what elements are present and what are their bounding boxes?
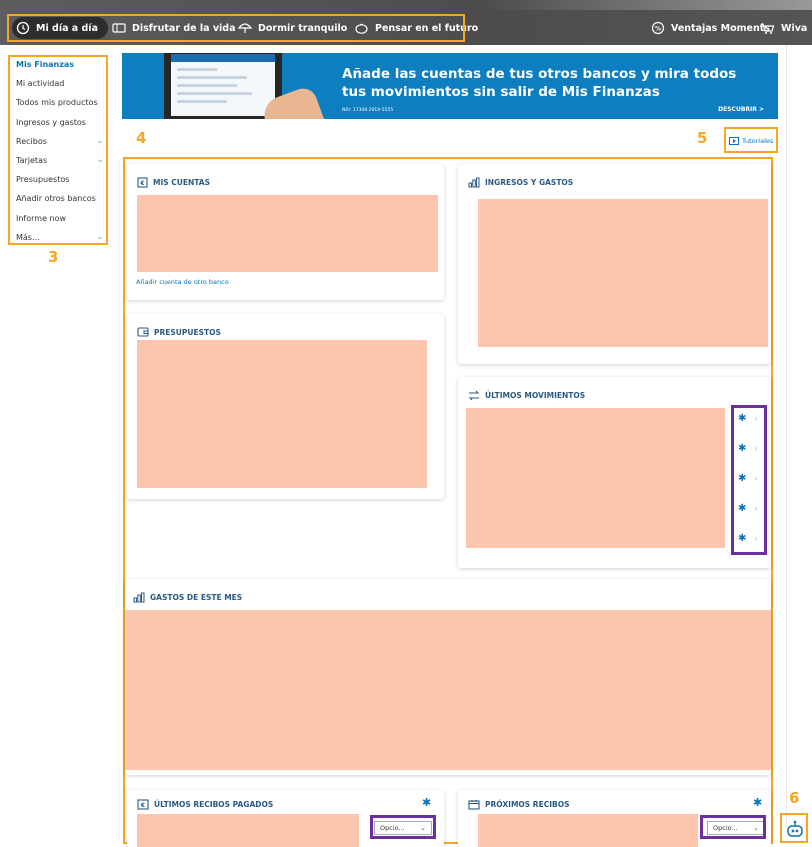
- sidebar-item-mas[interactable]: Más... ⌄: [10, 228, 110, 247]
- annotation-number-4: 4: [136, 129, 147, 147]
- account-icon: €: [137, 176, 148, 188]
- options-select[interactable]: Opcio... ⌄: [707, 821, 765, 835]
- sidebar-item-tarjetas[interactable]: Tarjetas ⌄: [10, 151, 110, 170]
- nav-item-mi-dia-a-dia[interactable]: Mi día a día: [12, 17, 108, 39]
- svg-text:€: €: [139, 180, 144, 187]
- svg-text:%: %: [655, 26, 661, 33]
- add-other-bank-account-link[interactable]: Añadir cuenta de otro banco: [136, 278, 229, 286]
- banner-title: Añade las cuentas de tus otros bancos y …: [342, 66, 737, 100]
- chevron-down-icon: ⌄: [753, 824, 759, 832]
- transfer-arrows-icon: [468, 390, 480, 400]
- options-select[interactable]: Opcio... ⌄: [374, 821, 432, 835]
- widget-title: MIS CUENTAS: [153, 177, 211, 187]
- chevron-right-icon: ›: [754, 503, 758, 513]
- widget-ultimos-recibos: € ÚLTIMOS RECIBOS PAGADOS ✱ Opcio... ⌄: [127, 790, 444, 847]
- nav-item-wiva[interactable]: Wiva: [760, 17, 807, 39]
- movement-row[interactable]: ✱ ›: [738, 411, 768, 425]
- chevron-down-icon: ⌄: [96, 231, 104, 242]
- chevron-down-icon: ⌄: [96, 154, 104, 165]
- tutorials-link[interactable]: Tutoriales: [729, 133, 773, 148]
- percent-badge-icon: %: [651, 21, 665, 35]
- movement-row[interactable]: ✱ ›: [738, 531, 768, 545]
- sidebar-item-presupuestos[interactable]: Presupuestos: [10, 170, 110, 189]
- bar-chart-icon: [133, 592, 145, 602]
- movement-row[interactable]: ✱ ›: [738, 471, 768, 485]
- widget-ultimos-movimientos: ÚLTIMOS MOVIMIENTOS: [458, 377, 771, 568]
- widget-title: ÚLTIMOS RECIBOS PAGADOS: [154, 799, 274, 809]
- page-edge: [786, 45, 812, 825]
- widget-ingresos-gastos: INGRESOS Y GASTOS: [458, 164, 771, 364]
- svg-text:€: €: [140, 802, 145, 809]
- annotation-number-3: 3: [48, 248, 59, 266]
- top-navigation: Mi día a día Disfrutar de la vida Dormir…: [0, 0, 812, 45]
- content-placeholder: [478, 814, 698, 847]
- sidebar-item-mi-actividad[interactable]: Mi actividad: [10, 74, 110, 93]
- movement-row[interactable]: ✱ ›: [738, 441, 768, 455]
- sidebar-item-informe-now[interactable]: Informe now: [10, 209, 110, 228]
- content-placeholder: [466, 408, 725, 548]
- sidebar-item-todos-productos[interactable]: Todos mis productos: [10, 93, 110, 112]
- chevron-right-icon: ›: [754, 533, 758, 543]
- wallet-icon: [137, 327, 149, 337]
- sidebar: Mis Finanzas Mi actividad Todos mis prod…: [10, 55, 110, 247]
- widget-title: ÚLTIMOS MOVIMIENTOS: [485, 390, 586, 400]
- caixabank-star-icon: ✱: [753, 796, 763, 809]
- ticket-icon: [112, 23, 126, 33]
- chevron-right-icon: ›: [754, 413, 758, 423]
- caixabank-star-icon: ✱: [738, 412, 747, 424]
- cart-icon: [761, 22, 775, 34]
- chevron-down-icon: ⌄: [96, 135, 104, 146]
- banner-discover-link[interactable]: DESCUBRIR >: [718, 106, 764, 113]
- widget-title: PRÓXIMOS RECIBOS: [485, 799, 570, 809]
- widget-mis-cuentas: € MIS CUENTAS Añadir cuenta de otro banc…: [127, 164, 444, 300]
- sidebar-item-mis-finanzas[interactable]: Mis Finanzas: [10, 55, 110, 74]
- annotation-number-6: 6: [789, 789, 800, 807]
- umbrella-icon: [238, 22, 252, 33]
- widget-proximos-recibos: PRÓXIMOS RECIBOS ✱ Opcio... ⌄: [458, 790, 771, 847]
- chevron-right-icon: ›: [754, 473, 758, 483]
- nav-item-ventajas-moments[interactable]: % Ventajas Moments: [651, 17, 770, 39]
- nav-item-dormir[interactable]: Dormir tranquilo: [238, 17, 347, 39]
- widget-title: INGRESOS Y GASTOS: [485, 177, 574, 187]
- content-placeholder: [137, 814, 359, 847]
- sidebar-item-ingresos-gastos[interactable]: Ingresos y gastos: [10, 113, 110, 132]
- caixabank-star-icon: ✱: [738, 472, 747, 484]
- widget-gastos-mes: GASTOS DE ESTE MES: [125, 579, 771, 775]
- widget-presupuestos: PRESUPUESTOS: [127, 314, 444, 499]
- caixabank-star-icon: ✱: [422, 796, 432, 809]
- content-placeholder: [137, 340, 427, 488]
- sidebar-item-anadir-bancos[interactable]: Añadir otros bancos: [10, 189, 110, 208]
- piggy-bank-icon: [355, 23, 368, 34]
- banner-nri: NRI: 17308-2019-5555: [342, 108, 394, 113]
- nav-item-pensar-futuro[interactable]: Pensar en el futuro: [354, 17, 478, 39]
- caixabank-star-icon: ✱: [738, 532, 747, 544]
- bar-chart-icon: [468, 177, 480, 187]
- chevron-right-icon: ›: [754, 443, 758, 453]
- sidebar-item-recibos[interactable]: Recibos ⌄: [10, 132, 110, 151]
- calendar-receipt-icon: [468, 799, 480, 810]
- content-placeholder: [478, 199, 768, 347]
- caixabank-star-icon: ✱: [738, 442, 747, 454]
- receipt-euro-icon: €: [137, 798, 149, 810]
- clock-icon: [16, 21, 30, 35]
- play-icon: [729, 136, 739, 145]
- widget-title: GASTOS DE ESTE MES: [150, 592, 243, 602]
- content-placeholder: [125, 610, 771, 770]
- chevron-down-icon: ⌄: [420, 824, 426, 832]
- promo-banner[interactable]: Añade las cuentas de tus otros bancos y …: [122, 53, 778, 119]
- content-placeholder: [137, 195, 438, 272]
- caixabank-star-icon: ✱: [738, 502, 747, 514]
- annotation-number-5: 5: [697, 129, 708, 147]
- widget-title: PRESUPUESTOS: [154, 327, 221, 337]
- movement-row[interactable]: ✱ ›: [738, 501, 768, 515]
- nav-item-disfrutar[interactable]: Disfrutar de la vida: [112, 17, 236, 39]
- assistant-bot-icon[interactable]: [785, 820, 805, 838]
